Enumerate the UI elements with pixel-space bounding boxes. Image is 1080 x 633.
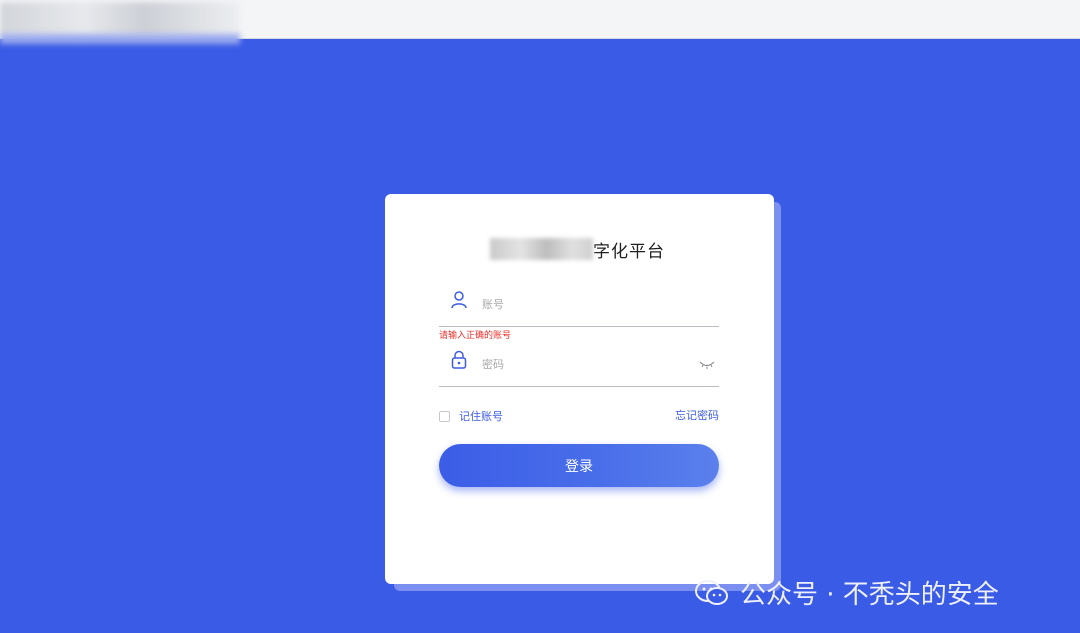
password-input[interactable]: 密码 <box>482 356 504 372</box>
watermark-text: 公众号 · 不秃头的安全 <box>740 580 999 610</box>
account-field[interactable]: 账号 <box>439 290 719 327</box>
forgot-password-link[interactable]: 忘记密码 <box>675 407 719 423</box>
redacted-header-shadow <box>0 34 240 44</box>
watermark: 公众号 · 不秃头的安全 <box>694 574 999 611</box>
wechat-icon <box>695 579 728 605</box>
platform-title: 字化平台 <box>490 236 665 262</box>
account-input[interactable]: 账号 <box>482 296 504 312</box>
login-card: 字化平台 账号 请输入正确的账号 密码 记住账号 忘记密码 登录 <box>385 194 774 584</box>
account-error-message: 请输入正确的账号 <box>439 331 512 341</box>
redacted-title-prefix <box>490 238 593 260</box>
redacted-header-area <box>0 2 240 36</box>
platform-title-text: 字化平台 <box>593 241 665 262</box>
eye-closed-icon[interactable] <box>699 360 715 370</box>
user-icon <box>451 291 467 309</box>
browser-top-bar <box>0 0 1080 44</box>
lock-icon <box>451 350 467 369</box>
remember-checkbox[interactable] <box>439 410 450 422</box>
login-button[interactable]: 登录 <box>439 444 719 487</box>
remember-account[interactable]: 记住账号 <box>439 408 503 424</box>
remember-label[interactable]: 记住账号 <box>459 408 503 424</box>
password-field[interactable]: 密码 <box>439 350 719 387</box>
